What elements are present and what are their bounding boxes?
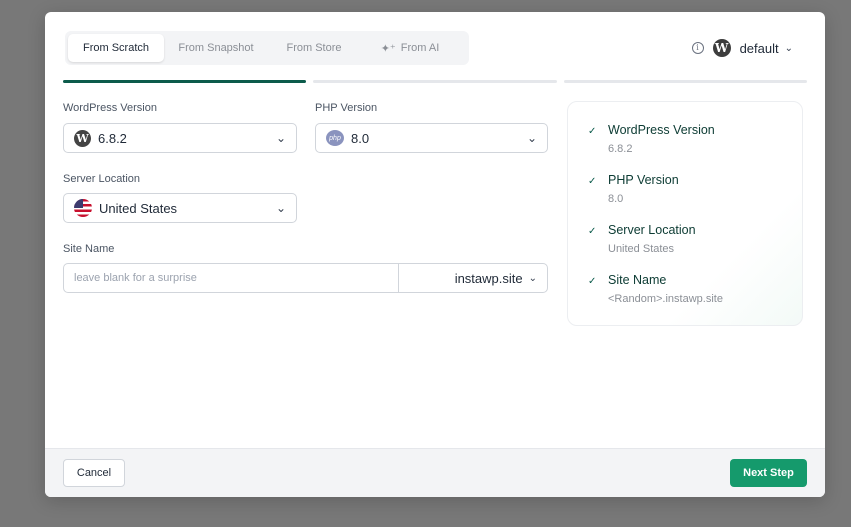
cancel-button[interactable]: Cancel: [63, 459, 125, 487]
check-icon: ✓: [588, 226, 597, 237]
summary-value: 6.8.2: [608, 143, 633, 155]
source-tabs: From Scratch From Snapshot From Store ✦⁺…: [65, 31, 469, 65]
server-location-select[interactable]: United States ⌄: [63, 193, 297, 223]
tab-from-ai[interactable]: ✦⁺ From AI: [360, 34, 460, 62]
summary-value: 8.0: [608, 193, 624, 205]
wordpress-version-label: WordPress Version: [63, 102, 157, 114]
progress-step-1: [63, 80, 307, 83]
domain-value: instawp.site: [454, 270, 523, 286]
tab-from-store[interactable]: From Store: [268, 34, 360, 62]
chevron-down-icon: ⌄: [526, 131, 537, 145]
progress-step-2: [313, 80, 557, 83]
site-name-label: Site Name: [63, 243, 115, 255]
wordpress-version-select[interactable]: W 6.8.2 ⌄: [63, 123, 297, 153]
server-location-label: Server Location: [63, 173, 141, 185]
server-location-value: United States: [99, 200, 178, 216]
next-step-button[interactable]: Next Step: [730, 459, 807, 487]
php-version-value: 8.0: [351, 130, 370, 146]
create-site-modal: From Scratch From Snapshot From Store ✦⁺…: [45, 12, 825, 497]
account-name: default: [739, 40, 779, 56]
chevron-down-icon: ⌄: [275, 131, 286, 145]
tab-label: From AI: [400, 42, 440, 54]
account-selector[interactable]: default ⌄: [740, 41, 793, 56]
summary-value: United States: [608, 243, 675, 255]
progress-step-3: [563, 80, 807, 83]
site-name-input[interactable]: [64, 264, 398, 292]
tab-label: From Snapshot: [178, 42, 254, 54]
sparkle-icon: ✦⁺: [380, 42, 396, 55]
summary-title: Site Name: [608, 273, 667, 287]
tab-from-scratch[interactable]: From Scratch: [68, 34, 164, 62]
summary-title: PHP Version: [608, 173, 679, 187]
chevron-down-icon: ⌄: [528, 272, 537, 284]
tab-label: From Store: [286, 42, 342, 54]
check-icon: ✓: [588, 276, 597, 287]
wordpress-version-value: 6.8.2: [98, 130, 127, 146]
php-logo-icon: php: [326, 130, 344, 146]
tab-from-snapshot[interactable]: From Snapshot: [164, 34, 268, 62]
check-icon: ✓: [588, 126, 597, 137]
summary-value: <Random>.instawp.site: [608, 293, 723, 305]
modal-footer: Cancel Next Step: [45, 448, 825, 497]
summary-title: Server Location: [608, 223, 696, 237]
tab-label: From Scratch: [82, 42, 149, 54]
php-version-select[interactable]: php 8.0 ⌄: [315, 123, 548, 153]
wordpress-logo-icon: W: [712, 39, 731, 57]
us-flag-icon: [74, 199, 92, 217]
account-area: i W default ⌄: [691, 38, 793, 58]
domain-select[interactable]: instawp.site ⌄: [398, 264, 547, 292]
wordpress-logo-icon: W: [74, 129, 91, 147]
summary-title: WordPress Version: [608, 123, 715, 137]
step-progress: [63, 80, 807, 83]
summary-panel: ✓ WordPress Version 6.8.2 ✓ PHP Version …: [567, 101, 803, 326]
site-name-group: instawp.site ⌄: [63, 263, 548, 293]
info-icon[interactable]: i: [691, 42, 704, 54]
chevron-down-icon: ⌄: [275, 201, 286, 215]
check-icon: ✓: [588, 176, 597, 187]
php-version-label: PHP Version: [315, 102, 378, 114]
chevron-down-icon: ⌄: [784, 42, 793, 54]
